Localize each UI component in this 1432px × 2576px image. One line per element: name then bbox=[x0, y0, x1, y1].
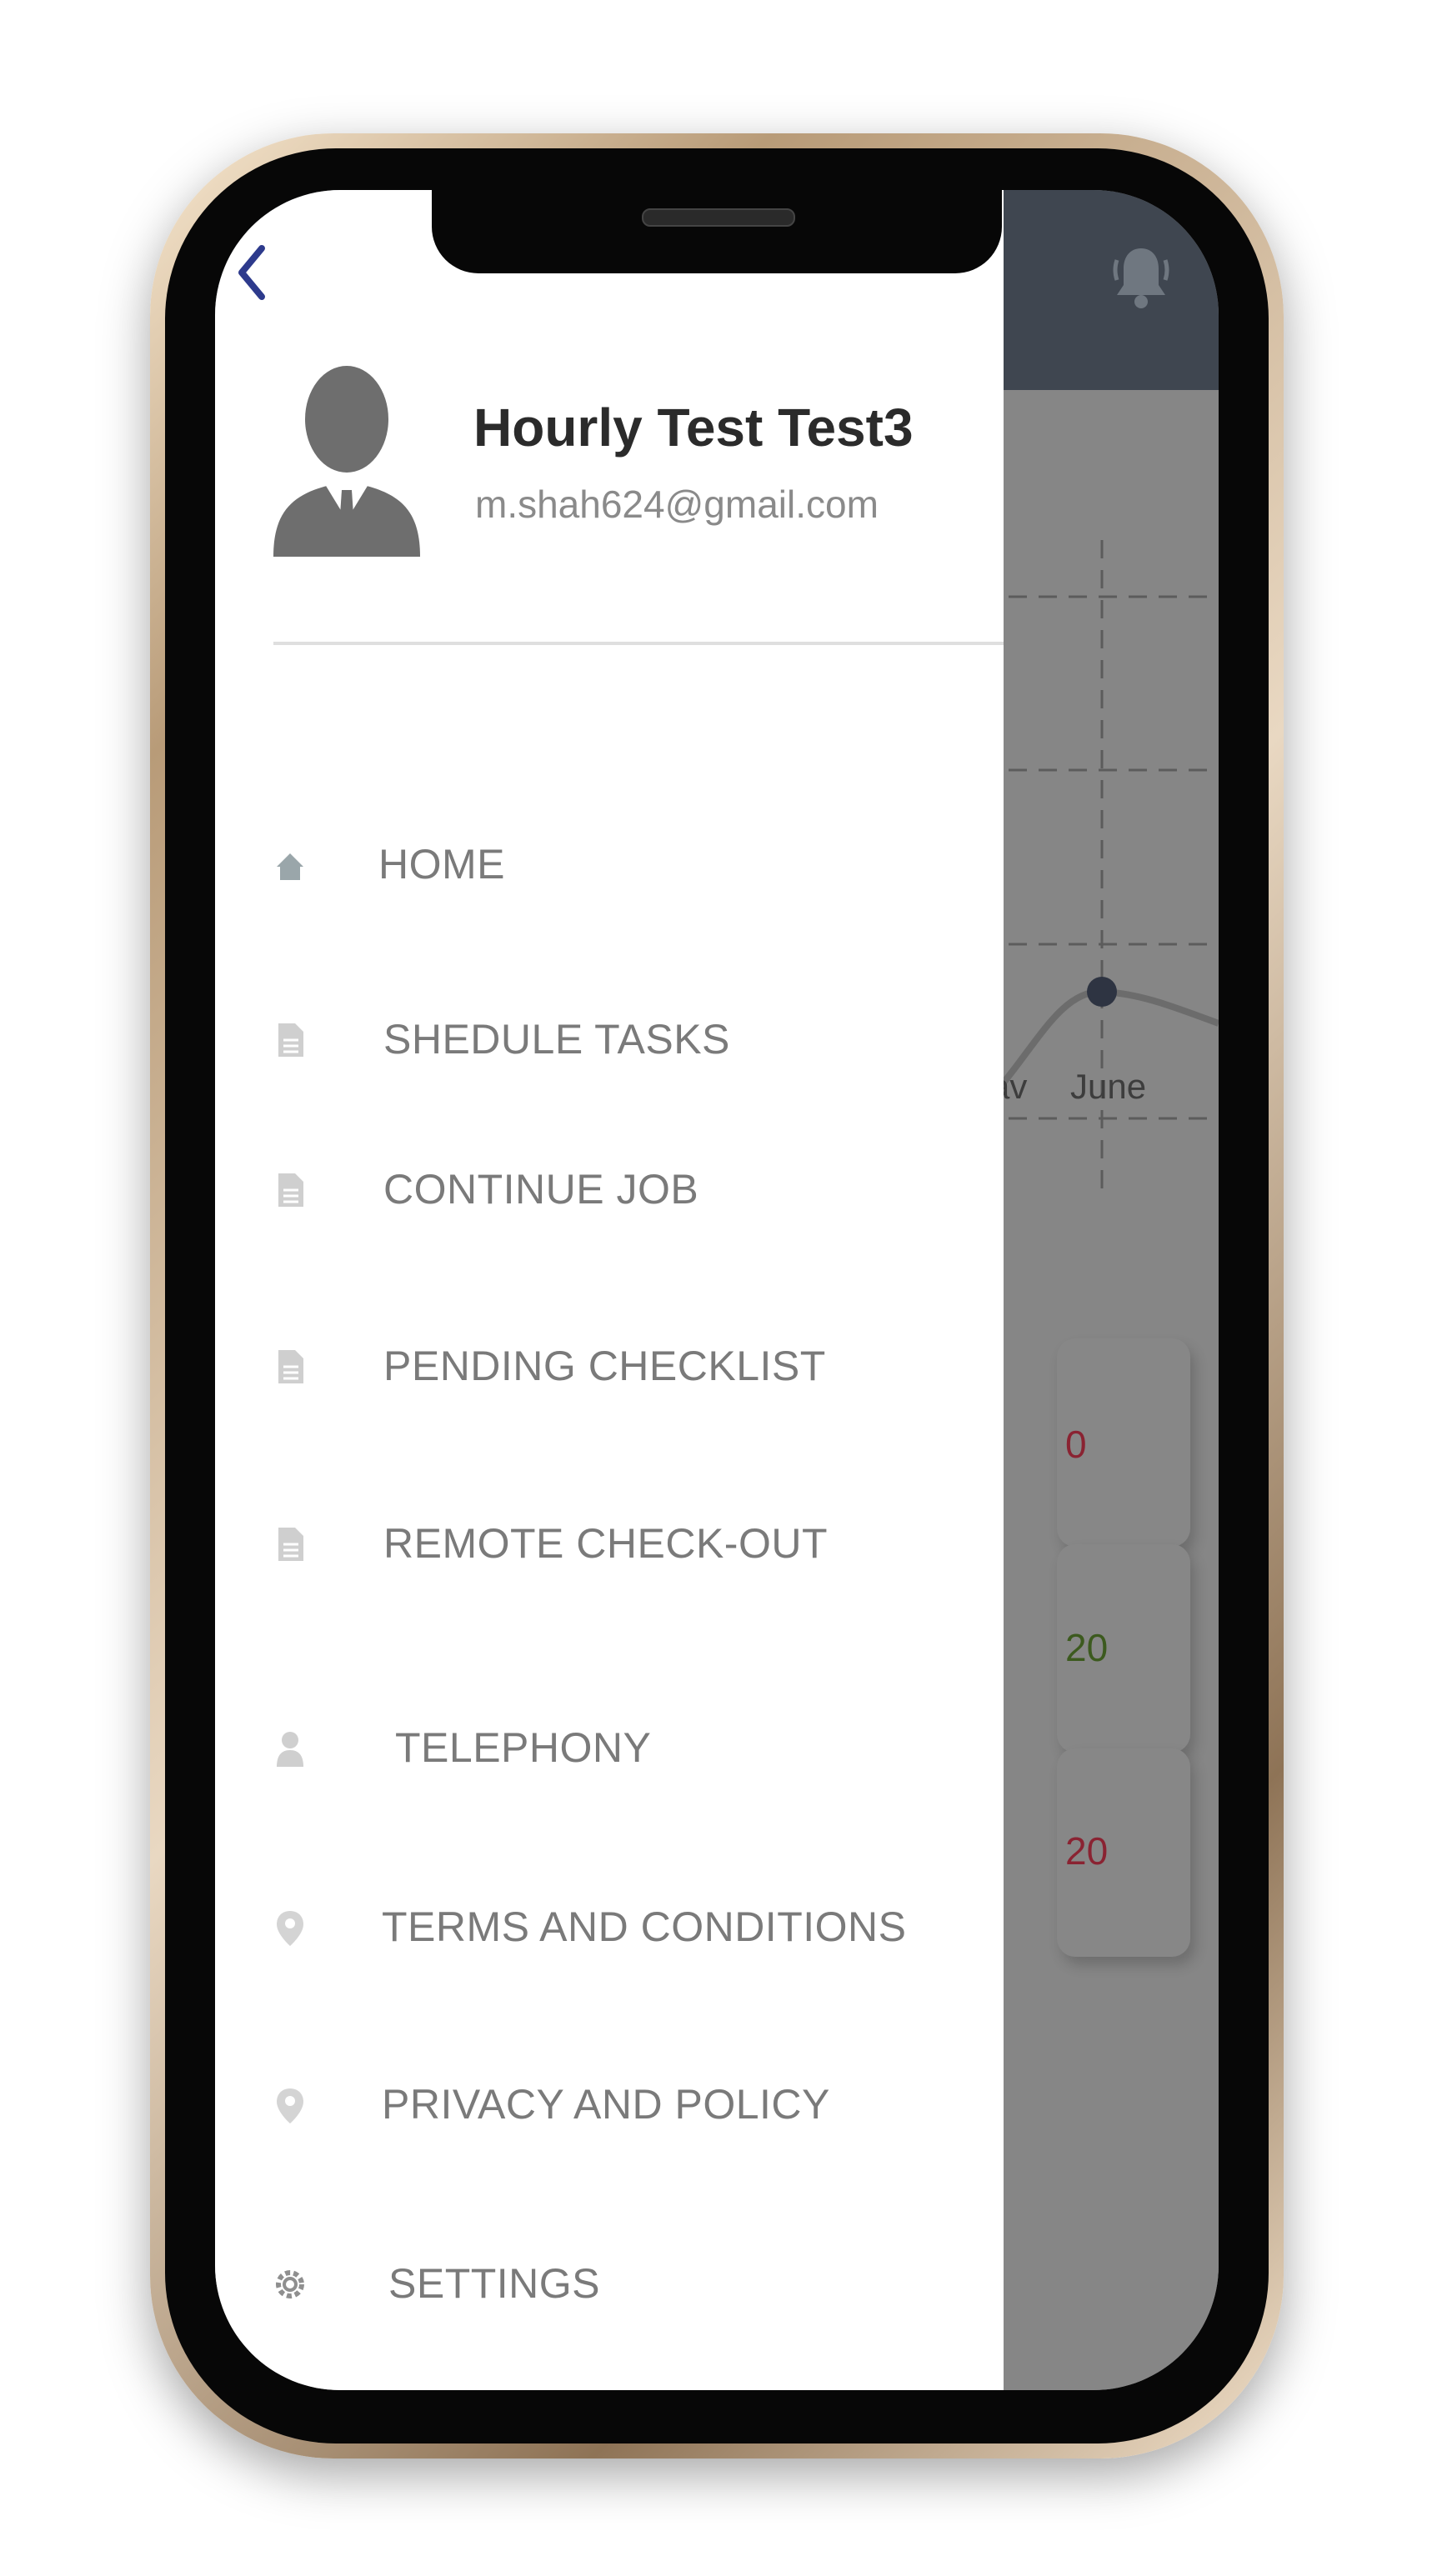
menu-item-settings[interactable]: SETTINGS bbox=[265, 2234, 999, 2334]
user-name: Hourly Test Test3 bbox=[473, 398, 914, 458]
phone-notch bbox=[432, 190, 1002, 273]
document-icon bbox=[278, 1173, 303, 1207]
menu-item-label: CONTINUE JOB bbox=[383, 1166, 699, 1213]
menu-item-shedule-tasks[interactable]: SHEDULE TASKS bbox=[265, 990, 999, 1090]
menu-item-label: TELEPHONY bbox=[395, 1724, 652, 1771]
gear-icon bbox=[276, 2270, 304, 2298]
avatar[interactable] bbox=[263, 357, 430, 565]
menu-item-label: PRIVACY AND POLICY bbox=[382, 2081, 830, 2128]
menu-item-label: SHEDULE TASKS bbox=[383, 1016, 730, 1063]
data-point bbox=[1087, 977, 1117, 1007]
menu-item-label: HOME bbox=[378, 841, 505, 888]
user-email: m.shah624@gmail.com bbox=[475, 483, 879, 526]
menu-item-remote-check-out[interactable]: REMOTE CHECK-OUT bbox=[265, 1494, 999, 1594]
location-pin-icon bbox=[277, 1911, 303, 1946]
menu-item-pending-checklist[interactable]: PENDING CHECKLIST bbox=[265, 1317, 999, 1417]
document-icon bbox=[278, 1023, 303, 1057]
stat-value: 20 bbox=[1065, 1829, 1109, 1873]
navigation-drawer: Hourly Test Test3 m.shah624@gmail.com HO… bbox=[215, 190, 1004, 2390]
divider bbox=[273, 642, 1004, 645]
menu-item-telephony[interactable]: TELEPHONY bbox=[265, 1698, 999, 1798]
bell-icon[interactable] bbox=[1112, 243, 1170, 310]
home-icon bbox=[277, 853, 303, 880]
x-tick-label: June bbox=[1070, 1067, 1147, 1106]
speaker-grille bbox=[642, 208, 795, 227]
menu-item-terms-and-conditions[interactable]: TERMS AND CONDITIONS bbox=[265, 1878, 999, 1978]
menu-item-label: REMOTE CHECK-OUT bbox=[383, 1520, 828, 1567]
phone-screen: av June 0 20 20 Hourly Test Test3 m.shah… bbox=[215, 190, 1219, 2390]
person-icon bbox=[277, 1732, 303, 1767]
back-arrow-icon[interactable] bbox=[235, 243, 268, 302]
menu-item-label: SETTINGS bbox=[388, 2260, 601, 2307]
menu-item-label: PENDING CHECKLIST bbox=[383, 1343, 826, 1389]
document-icon bbox=[278, 1528, 303, 1561]
menu-item-home[interactable]: HOME bbox=[265, 815, 999, 915]
menu-item-privacy-and-policy[interactable]: PRIVACY AND POLICY bbox=[265, 2055, 999, 2155]
document-icon bbox=[278, 1350, 303, 1383]
menu-item-continue-job[interactable]: CONTINUE JOB bbox=[265, 1140, 999, 1240]
menu-item-label: TERMS AND CONDITIONS bbox=[382, 1903, 907, 1950]
stat-value: 20 bbox=[1065, 1626, 1109, 1669]
location-pin-icon bbox=[277, 2088, 303, 2123]
stat-value: 0 bbox=[1065, 1423, 1087, 1466]
